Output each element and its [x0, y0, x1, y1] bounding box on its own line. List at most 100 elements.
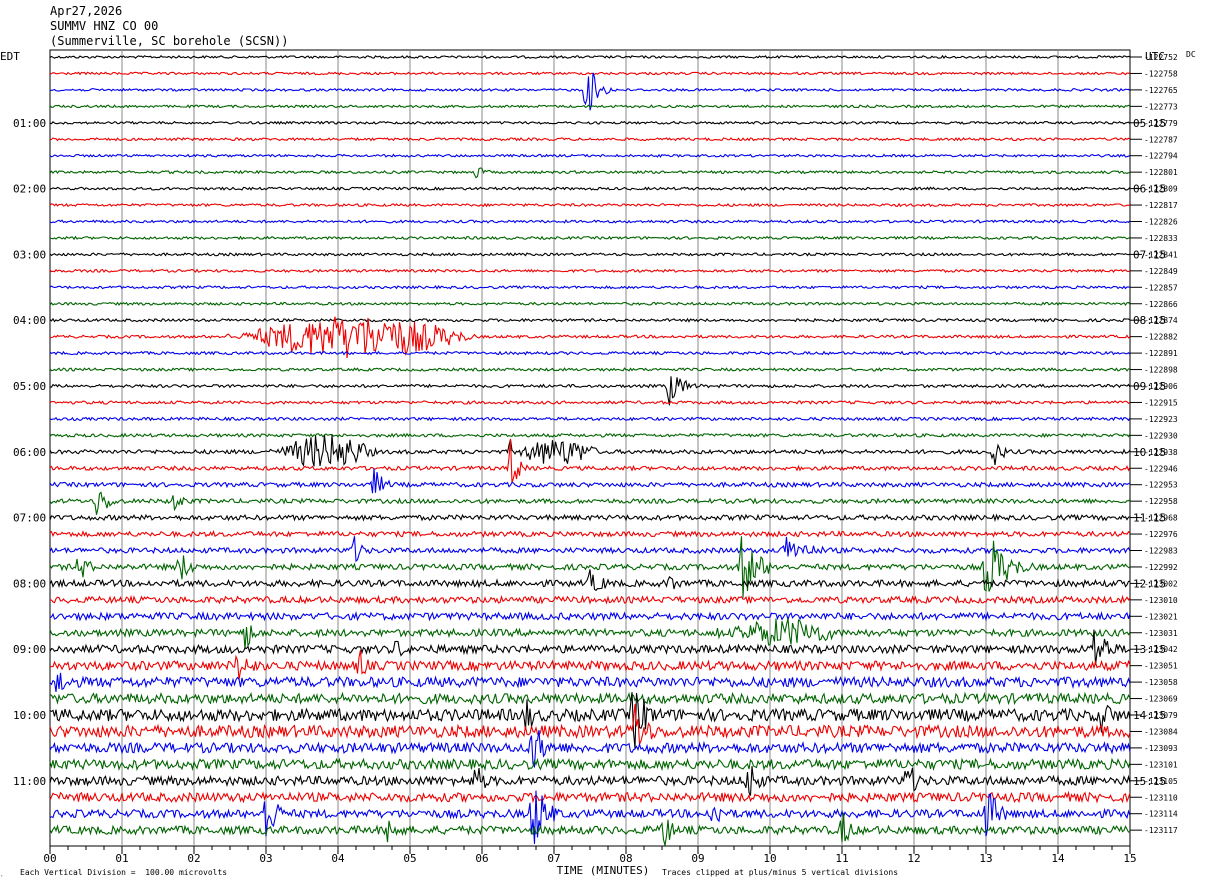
trace-16	[49, 301, 1131, 306]
dc-offset-label: -123058	[1144, 678, 1178, 687]
dc-offset-label: -122923	[1144, 415, 1178, 424]
dc-offset-label: -123002	[1144, 579, 1178, 588]
left-axis-label-edt: EDT	[0, 50, 20, 63]
left-hour-label: 01:00	[13, 117, 46, 130]
dc-label: DC	[1186, 50, 1196, 59]
dc-offset-label: -122849	[1144, 267, 1178, 276]
dc-offset-label: -122983	[1144, 547, 1178, 556]
trace-36	[49, 618, 1131, 650]
trace-47	[49, 790, 1131, 844]
dc-offset-label: -122930	[1144, 431, 1178, 440]
trace-14	[49, 268, 1131, 274]
trace-29	[49, 513, 1131, 523]
left-hour-label: 05:00	[13, 380, 46, 393]
dc-offset-label: -123010	[1144, 596, 1178, 605]
dc-offset-label: -122906	[1144, 382, 1178, 391]
dc-offset-label: -123105	[1144, 777, 1178, 786]
left-hour-label: 04:00	[13, 314, 46, 327]
trace-48	[49, 812, 1131, 846]
dc-offset-label: -122794	[1144, 152, 1178, 161]
dc-offset-label: -123110	[1144, 793, 1178, 802]
dc-offset-label: -122752	[1144, 53, 1178, 62]
trace-13	[49, 252, 1131, 257]
x-tick-label: 03	[259, 852, 272, 865]
dc-offset-label: -122866	[1144, 300, 1178, 309]
seismogram-plot: EDT UTC DC01:00 05:1502:00 06:1503:00 07:1504…	[0, 49, 1196, 877]
trace-5	[49, 120, 1131, 125]
dc-offset-label: -122773	[1144, 102, 1178, 111]
left-hour-label: 02:00	[13, 183, 46, 196]
trace-10	[49, 202, 1131, 208]
trace-17	[49, 317, 1131, 323]
trace-33	[49, 569, 1131, 592]
x-tick-label: 00	[43, 852, 56, 865]
trace-28	[49, 491, 1131, 515]
dc-offset-label: -122758	[1144, 69, 1178, 78]
dc-offset-label: -122857	[1144, 283, 1178, 292]
trace-32	[49, 536, 1131, 598]
dc-offset-label: -122787	[1144, 135, 1178, 144]
left-hour-label: 10:00	[13, 709, 46, 722]
trace-40	[49, 691, 1131, 706]
x-tick-label: 09	[691, 852, 704, 865]
x-tick-label: 14	[1051, 852, 1065, 865]
trace-23	[49, 416, 1131, 422]
x-tick-label: 06	[475, 852, 488, 865]
trace-31	[49, 536, 1131, 563]
dc-offset-label: -122891	[1144, 349, 1178, 358]
dc-offset-label: -122976	[1144, 530, 1178, 539]
trace-26	[49, 438, 1131, 484]
left-hour-label: 03:00	[13, 248, 46, 261]
dc-offset-label: -122898	[1144, 366, 1178, 375]
trace-42	[49, 704, 1131, 745]
dc-offset-label: -123093	[1144, 744, 1178, 753]
trace-22	[49, 399, 1131, 405]
dc-offset-label: -123042	[1144, 645, 1178, 654]
trace-2	[49, 71, 1131, 76]
trace-38	[49, 649, 1131, 681]
x-tick-label: 01	[115, 852, 128, 865]
dc-offset-label: -123031	[1144, 629, 1178, 638]
trace-11	[49, 219, 1131, 224]
dc-offset-label: -122765	[1144, 86, 1178, 95]
trace-15	[49, 284, 1131, 290]
dc-offset-label: -122968	[1144, 514, 1178, 523]
left-hour-label: 11:00	[13, 775, 46, 788]
trace-41	[49, 692, 1131, 749]
dc-offset-label: -122946	[1144, 464, 1178, 473]
dc-offset-label: -122953	[1144, 481, 1178, 490]
left-hour-label: 09:00	[13, 643, 46, 656]
trace-44	[49, 757, 1131, 772]
dc-offset-label: -123069	[1144, 695, 1178, 704]
x-tick-label: 02	[187, 852, 200, 865]
dc-offset-label: -122779	[1144, 119, 1178, 128]
trace-39	[49, 672, 1131, 692]
trace-12	[49, 235, 1131, 241]
dc-offset-label: -123117	[1144, 826, 1178, 835]
dc-offset-label: -122817	[1144, 201, 1178, 210]
dc-offset-label: -122833	[1144, 234, 1178, 243]
trace-25	[49, 434, 1131, 468]
trace-27	[49, 468, 1131, 494]
dc-offset-label: -123114	[1144, 810, 1178, 819]
trace-6	[49, 137, 1131, 142]
left-hour-label: 08:00	[13, 577, 46, 590]
dc-offset-label: -123021	[1144, 612, 1178, 621]
dc-offset-label: -122958	[1144, 497, 1178, 506]
x-tick-label: 10	[763, 852, 776, 865]
trace-45	[49, 766, 1131, 796]
dc-offset-label: -123079	[1144, 711, 1178, 720]
x-tick-label: 04	[331, 852, 345, 865]
x-tick-label: 05	[403, 852, 416, 865]
trace-19	[49, 350, 1131, 356]
plot-frame	[49, 49, 1131, 847]
x-tick-label: 13	[979, 852, 992, 865]
trace-3	[50, 72, 1131, 111]
dc-offset-label: -122915	[1144, 398, 1178, 407]
trace-9	[49, 186, 1131, 191]
x-tick-label: 12	[907, 852, 920, 865]
left-hour-label: 07:00	[13, 512, 46, 525]
dc-offset-label: -122882	[1144, 333, 1178, 342]
trace-24	[49, 432, 1131, 439]
trace-46	[49, 790, 1131, 804]
